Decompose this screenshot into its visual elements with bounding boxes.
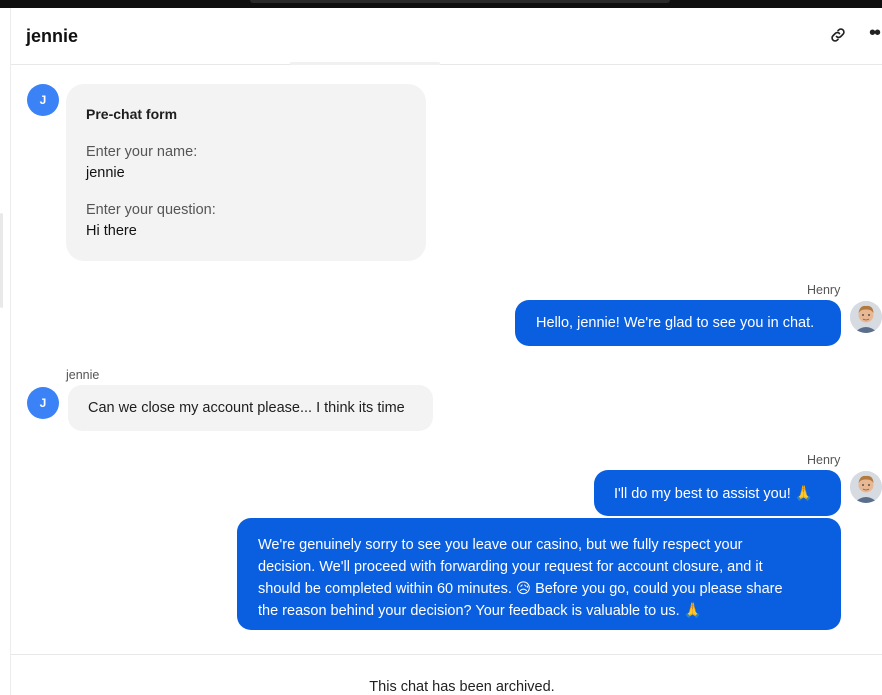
form-value-name: jennie: [86, 165, 125, 181]
agent-avatar: [850, 471, 882, 503]
link-icon[interactable]: [829, 26, 847, 49]
agent-message: Hello, jennie! We're glad to see you in …: [515, 300, 841, 346]
footer-divider: [11, 654, 882, 655]
prechat-form-card: Pre-chat form Enter your name: jennie En…: [66, 84, 426, 261]
window-top-bar: [0, 0, 882, 8]
more-options-icon[interactable]: ••: [869, 22, 881, 45]
form-label-name: Enter your name:: [86, 144, 198, 160]
agent-message: We're genuinely sorry to see you leave o…: [237, 518, 841, 630]
message-line: the reason behind your decision? Your fe…: [258, 603, 702, 619]
prechat-form-title: Pre-chat form: [86, 106, 178, 122]
message-line: should be completed within 60 minutes. 😥…: [258, 581, 783, 597]
chat-title: jennie: [26, 26, 79, 46]
form-value-question: Hi there: [86, 223, 137, 239]
message-text: Hello, jennie! We're glad to see you in …: [536, 315, 815, 331]
avatar: J: [27, 387, 59, 419]
chat-header: jennie ••: [11, 8, 882, 65]
sender-name: Henry: [807, 283, 841, 297]
message-line: decision. We'll proceed with forwarding …: [258, 559, 763, 575]
avatar-initial: J: [39, 93, 47, 107]
avatar: J: [27, 84, 59, 116]
form-label-question: Enter your question:: [86, 202, 216, 218]
visitor-message: Can we close my account please... I thin…: [68, 385, 433, 431]
message-text: I'll do my best to assist you! 🙏: [614, 486, 813, 502]
agent-avatar: [850, 301, 882, 333]
sender-name: jennie: [66, 368, 100, 382]
message-text: Can we close my account please... I thin…: [88, 400, 405, 416]
archived-notice: This chat has been archived.: [369, 679, 555, 695]
avatar-initial: J: [39, 396, 47, 410]
left-rail-handle[interactable]: [0, 213, 3, 308]
scroll-indicator: [290, 62, 440, 65]
window-top-pill: [250, 0, 670, 3]
left-rail: [0, 8, 11, 695]
sender-name: Henry: [807, 453, 841, 467]
message-line: We're genuinely sorry to see you leave o…: [258, 537, 743, 553]
agent-message: I'll do my best to assist you! 🙏: [594, 470, 841, 516]
message-text-block: We're genuinely sorry to see you leave o…: [258, 534, 783, 622]
